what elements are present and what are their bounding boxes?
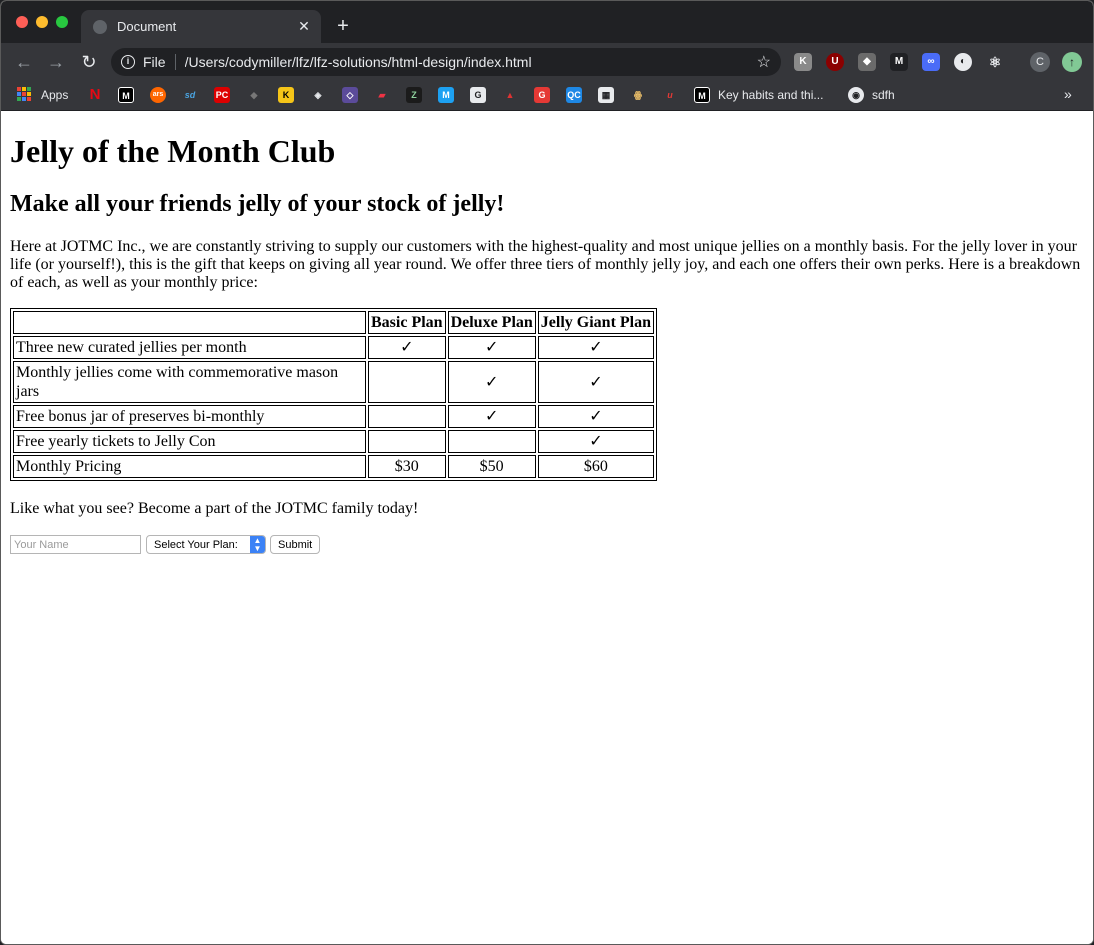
netflix-bookmark-icon[interactable]: N [87,87,103,103]
table-cell [368,405,446,428]
address-divider [174,54,176,70]
table-row: Three new curated jellies per month ✓ ✓ … [13,336,655,359]
table-row: Monthly Pricing $30 $50 $60 [13,455,655,478]
table-cell [447,430,536,453]
price-cell: $30 [368,455,446,478]
table-cell: ✓ [537,405,655,428]
tab-strip: Document ✕ + [1,1,1093,43]
reload-button[interactable]: ↻ [78,51,100,73]
feature-cell: Monthly jellies come with commemorative … [13,361,366,403]
chevron-up-down-icon: ▲ ▼ [250,536,265,553]
active-tab[interactable]: Document ✕ [81,10,321,43]
feature-cell: Free bonus jar of preserves bi-monthly [13,405,366,428]
bookmarks-bar: Apps N M ars sd PC ◆ K ◈ ◇ ▰ Z M G ▲ G Q… [1,81,1093,111]
browser-window: Document ✕ + ← → ↻ i File /Users/codymil… [0,0,1094,945]
page-subtitle: Make all your friends jelly of your stoc… [10,191,505,217]
ars-bookmark-icon[interactable]: ars [150,87,166,103]
bookmark-icon-13[interactable]: G [470,87,486,103]
ethereum-bookmark-icon[interactable]: ◆ [246,87,262,103]
extension-icon-6[interactable]: ◐ [954,53,972,71]
bookmark-icon-9[interactable]: ◇ [342,87,358,103]
address-bar[interactable]: i File /Users/codymiller/lfz/lfz-solutio… [111,48,781,76]
cta-text: Like what you see? Become a part of the … [10,500,419,517]
bookmark-icon-7[interactable]: K [278,87,294,103]
owl-bookmark-icon[interactable]: ꙮ [630,87,646,103]
bookmark-icon-8[interactable]: ◈ [310,87,326,103]
extension-icon-4[interactable]: M [890,53,908,71]
page-content: Jelly of the Month Club Make all your fr… [1,112,1093,944]
table-cell: ✓ [368,336,446,359]
table-cell: ✓ [447,361,536,403]
bookmark-icon-19[interactable]: u [662,87,678,103]
bookmark-icon-10[interactable]: ▰ [374,87,390,103]
table-header-cell: Deluxe Plan [447,311,536,334]
submit-button[interactable]: Submit [270,535,321,554]
close-window-button[interactable] [16,16,28,28]
plans-table: Basic Plan Deluxe Plan Jelly Giant Plan … [10,308,658,481]
ublock-extension-icon[interactable]: U [826,53,844,71]
plan-select[interactable]: Select Your Plan: ▲ ▼ [146,535,266,554]
bookmark-icon-12[interactable]: M [438,87,454,103]
table-row: Monthly jellies come with commemorative … [13,361,655,403]
minimize-window-button[interactable] [36,16,48,28]
maximize-window-button[interactable] [56,16,68,28]
signup-form: Select Your Plan: ▲▼ Submit [10,535,1084,554]
page-title: Jelly of the Month Club [10,133,336,169]
table-cell: ✓ [537,430,655,453]
feature-cell: Monthly Pricing [13,455,366,478]
url-text[interactable]: /Users/codymiller/lfz/lfz-solutions/html… [185,54,757,70]
table-cell: ✓ [537,336,655,359]
table-header-row: Basic Plan Deluxe Plan Jelly Giant Plan [13,311,655,334]
table-row: Free yearly tickets to Jelly Con ✓ [13,430,655,453]
bookmark-icon-17[interactable]: ▦ [598,87,614,103]
price-cell: $60 [537,455,655,478]
key-habits-bookmark[interactable]: Key habits and thi... [718,87,823,103]
table-cell [368,361,446,403]
table-header-cell: Basic Plan [368,311,446,334]
feature-cell: Three new curated jellies per month [13,336,366,359]
medium-bookmark-icon[interactable]: M [118,87,134,103]
toolbar: ← → ↻ i File /Users/codymiller/lfz/lfz-s… [1,43,1093,81]
table-cell: ✓ [447,405,536,428]
name-input[interactable] [10,535,141,554]
table-row: Free bonus jar of preserves bi-monthly ✓… [13,405,655,428]
intro-paragraph: Here at JOTMC Inc., we are constantly st… [10,238,1081,291]
extension-icon-5[interactable]: ∞ [922,53,940,71]
price-cell: $50 [447,455,536,478]
table-header-cell [13,311,366,334]
info-icon[interactable]: i [121,55,135,69]
medium-bookmark-icon-2[interactable]: M [694,87,710,103]
url-scheme: File [143,54,166,70]
back-button[interactable]: ← [13,51,35,73]
forward-button[interactable]: → [45,51,67,73]
table-cell [368,430,446,453]
bookmark-icon-11[interactable]: Z [406,87,422,103]
react-devtools-icon[interactable]: ⚛ [986,53,1004,71]
table-cell: ✓ [537,361,655,403]
sdfh-bookmark[interactable]: sdfh [872,87,895,103]
globe-bookmark-icon[interactable]: ◉ [848,87,864,103]
bookmark-icon-15[interactable]: G [534,87,550,103]
bookmark-star-icon[interactable]: ☆ [757,52,771,72]
extension-icon-1[interactable]: K [794,53,812,71]
pcgamer-bookmark-icon[interactable]: PC [214,87,230,103]
sd-bookmark-icon[interactable]: sd [182,87,198,103]
profile-avatar[interactable]: C [1030,52,1050,72]
new-tab-button[interactable]: + [333,13,353,39]
table-cell: ✓ [447,336,536,359]
table-header-cell: Jelly Giant Plan [537,311,655,334]
bookmark-icon-14[interactable]: ▲ [502,87,518,103]
more-bookmarks-icon[interactable]: » [1064,86,1072,102]
apps-grid-icon[interactable] [17,87,31,101]
feature-cell: Free yearly tickets to Jelly Con [13,430,366,453]
layers-extension-icon[interactable]: ◆ [858,53,876,71]
tab-title: Document [117,19,177,34]
close-tab-icon[interactable]: ✕ [297,18,311,35]
plan-select-label: Select Your Plan: [154,538,238,551]
update-icon[interactable]: ↑ [1062,52,1082,72]
globe-icon [93,19,107,34]
apps-bookmark[interactable]: Apps [41,87,68,103]
bookmark-icon-16[interactable]: QC [566,87,582,103]
